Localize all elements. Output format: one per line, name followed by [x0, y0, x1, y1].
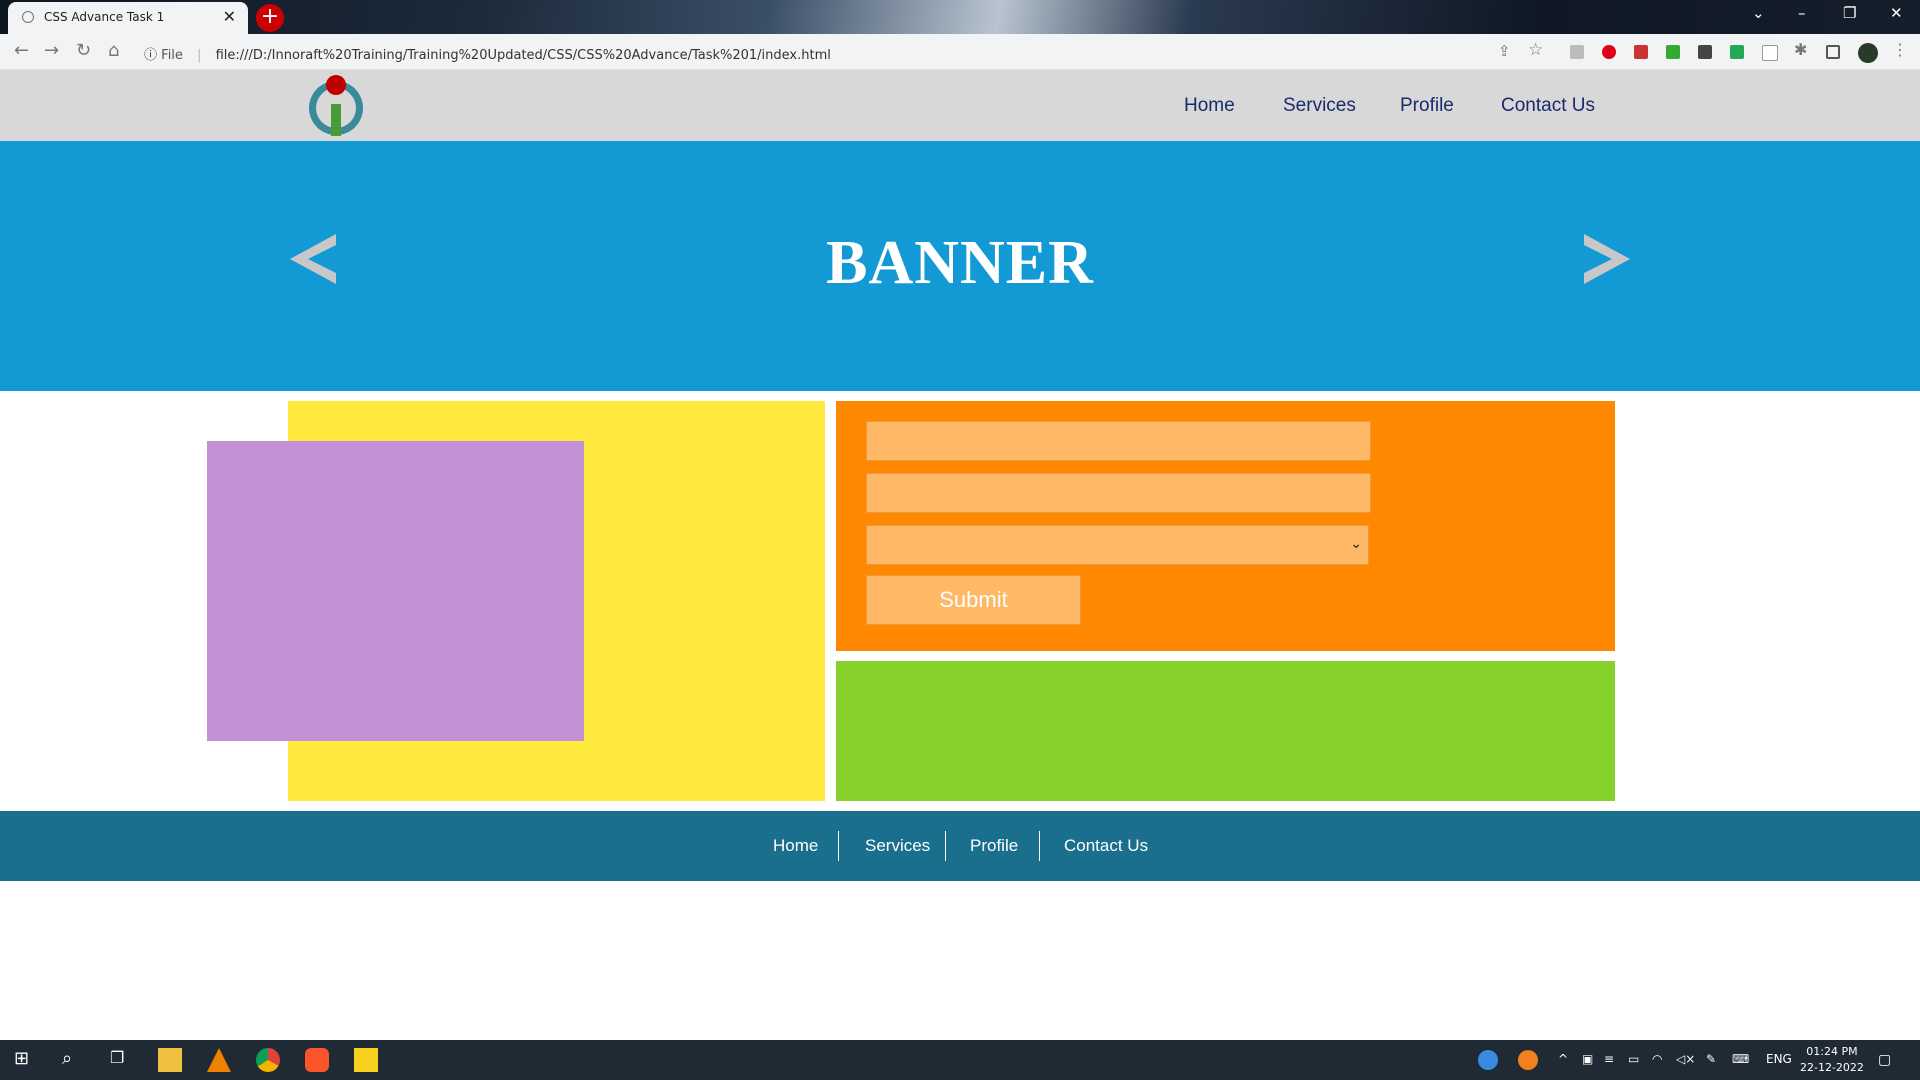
- clock-date: 22-12-2022: [1800, 1061, 1864, 1074]
- volume-muted-icon[interactable]: ◁×: [1676, 1052, 1695, 1066]
- footer-divider: [945, 831, 946, 861]
- search-icon[interactable]: ⌕: [62, 1048, 72, 1069]
- bookmark-star-icon[interactable]: ☆: [1528, 40, 1543, 60]
- forward-icon[interactable]: →: [44, 40, 59, 61]
- minimize-icon[interactable]: –: [1798, 4, 1806, 22]
- footer-divider: [838, 831, 839, 861]
- taskbar-clock[interactable]: 01:24 PM 22-12-2022: [1800, 1044, 1864, 1076]
- tray-icon[interactable]: ▣: [1582, 1052, 1593, 1066]
- restore-icon[interactable]: ❐: [1843, 4, 1856, 22]
- sticky-notes-icon[interactable]: [354, 1048, 378, 1072]
- extension-icon[interactable]: [1666, 45, 1680, 59]
- language-indicator[interactable]: ENG: [1766, 1052, 1792, 1066]
- tray-app-icon[interactable]: [1518, 1050, 1538, 1070]
- footer-nav-contact-us[interactable]: Contact Us: [1064, 836, 1148, 856]
- browser-tab[interactable]: CSS Advance Task 1 ✕: [8, 2, 248, 34]
- site-footer: [0, 811, 1920, 881]
- battery-icon[interactable]: ▭: [1628, 1052, 1639, 1066]
- footer-nav-home[interactable]: Home: [773, 836, 818, 856]
- new-tab-button[interactable]: +: [256, 4, 284, 32]
- extensions-puzzle-icon[interactable]: ✱: [1794, 40, 1807, 59]
- extension-icon[interactable]: [1570, 45, 1584, 59]
- extension-icon[interactable]: [1730, 45, 1744, 59]
- show-hidden-icons-icon[interactable]: ^: [1558, 1052, 1568, 1066]
- close-window-icon[interactable]: ✕: [1890, 4, 1903, 22]
- banner-prev-arrow-icon[interactable]: [286, 230, 342, 288]
- submit-button[interactable]: Submit: [866, 575, 1081, 625]
- home-icon[interactable]: ⌂: [108, 40, 119, 61]
- tab-close-icon[interactable]: ✕: [223, 7, 236, 26]
- wikimedia-logo[interactable]: [306, 74, 366, 136]
- picture-in-picture-icon[interactable]: [1698, 45, 1712, 59]
- tray-icon[interactable]: ≡: [1604, 1052, 1614, 1066]
- address-bar[interactable]: ⓘ File | file:///D:/Innoraft%20Training/…: [144, 44, 831, 63]
- wifi-icon[interactable]: ◠: [1652, 1052, 1662, 1066]
- footer-divider: [1039, 831, 1040, 861]
- nav-home[interactable]: Home: [1184, 95, 1235, 117]
- text-input-2[interactable]: [866, 473, 1371, 513]
- back-icon[interactable]: ←: [14, 40, 29, 61]
- keyboard-icon[interactable]: ⌨: [1732, 1052, 1749, 1066]
- address-file-label: File: [161, 48, 183, 63]
- chrome-icon[interactable]: [256, 1048, 280, 1072]
- tab-search-icon[interactable]: ⌄: [1752, 4, 1765, 22]
- chevron-down-icon: ⌄: [1350, 536, 1362, 552]
- green-block: [836, 661, 1615, 801]
- footer-nav-services[interactable]: Services: [865, 836, 930, 856]
- address-separator: |: [197, 48, 202, 63]
- task-view-icon[interactable]: ❐: [110, 1048, 124, 1067]
- banner-next-arrow-icon[interactable]: [1578, 230, 1634, 288]
- file-explorer-icon[interactable]: [158, 1048, 182, 1072]
- tab-favicon-icon: [22, 11, 34, 23]
- clock-time: 01:24 PM: [1806, 1045, 1858, 1058]
- help-icon[interactable]: [1478, 1050, 1498, 1070]
- brave-icon[interactable]: [305, 1048, 329, 1072]
- share-icon[interactable]: ⇪: [1498, 42, 1511, 60]
- tab-title: CSS Advance Task 1: [44, 10, 165, 24]
- reload-icon[interactable]: ↻: [76, 40, 91, 61]
- windows-start-icon[interactable]: ⊞: [14, 1048, 29, 1069]
- extension-icon[interactable]: [1634, 45, 1648, 59]
- profile-avatar[interactable]: [1858, 43, 1878, 63]
- select-dropdown[interactable]: ⌄: [866, 525, 1369, 565]
- info-icon: ⓘ: [144, 48, 158, 63]
- side-panel-icon[interactable]: [1826, 45, 1840, 59]
- footer-nav-profile[interactable]: Profile: [970, 836, 1018, 856]
- address-url[interactable]: file:///D:/Innoraft%20Training/Training%…: [216, 48, 831, 63]
- text-input-1[interactable]: [866, 421, 1371, 461]
- nav-services[interactable]: Services: [1283, 95, 1356, 117]
- site-header: [0, 70, 1920, 141]
- notifications-icon[interactable]: ▢: [1878, 1052, 1891, 1068]
- extension-icon[interactable]: [1762, 45, 1778, 61]
- purple-block: [207, 441, 584, 741]
- pen-icon[interactable]: ✎: [1706, 1052, 1716, 1066]
- opera-extension-icon[interactable]: [1602, 45, 1616, 59]
- nav-profile[interactable]: Profile: [1400, 95, 1454, 117]
- menu-icon[interactable]: ⋮: [1892, 40, 1908, 59]
- browser-title-bar: [0, 0, 1920, 34]
- nav-contact-us[interactable]: Contact Us: [1501, 95, 1595, 117]
